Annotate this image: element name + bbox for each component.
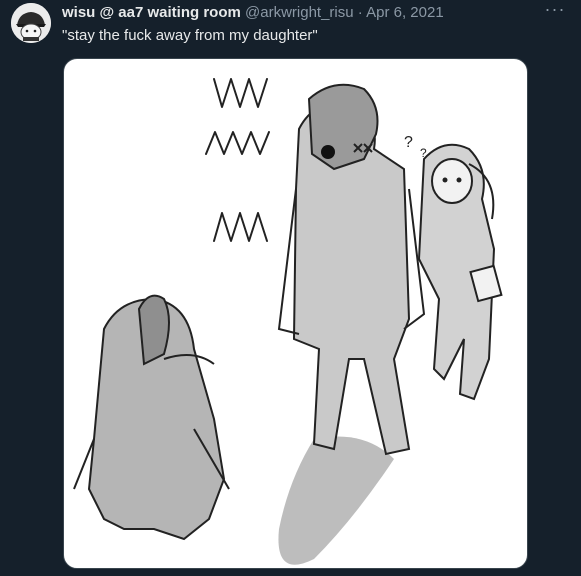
tweet-text: "stay the fuck away from my daughter" (62, 27, 318, 44)
squiggle-2 (205, 131, 270, 155)
figure-shadow (278, 436, 394, 565)
tweet-header: wisu @ aa7 waiting room @arkwright_risu … (62, 4, 541, 22)
tweet-date[interactable]: Apr 6, 2021 (366, 4, 444, 21)
tall-figure (277, 83, 426, 456)
small-girl-figure (417, 143, 503, 401)
sketch-illustration: ? ? (73, 78, 503, 565)
squiggle-3 (213, 212, 268, 242)
tweet-media[interactable]: ? ? (63, 58, 528, 569)
user-handle[interactable]: @arkwright_risu (245, 4, 354, 21)
annotation-question: ? (404, 134, 413, 151)
separator-dot: · (357, 4, 363, 21)
avatar[interactable] (11, 3, 51, 43)
more-horizontal-icon[interactable]: ··· (543, 0, 567, 22)
avatar-image (11, 3, 51, 43)
tweet[interactable]: wisu @ aa7 waiting room @arkwright_risu … (0, 0, 581, 576)
long-hair-figure (73, 294, 230, 541)
squiggle-1 (213, 78, 268, 108)
display-name[interactable]: wisu @ aa7 waiting room (62, 4, 241, 21)
